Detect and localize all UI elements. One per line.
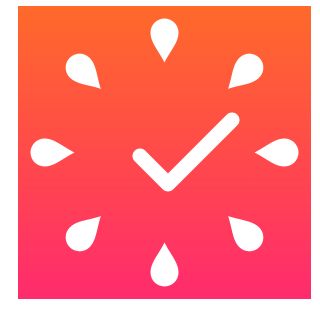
app-icon-graphic — [18, 6, 311, 299]
app-icon[interactable] — [18, 6, 311, 299]
